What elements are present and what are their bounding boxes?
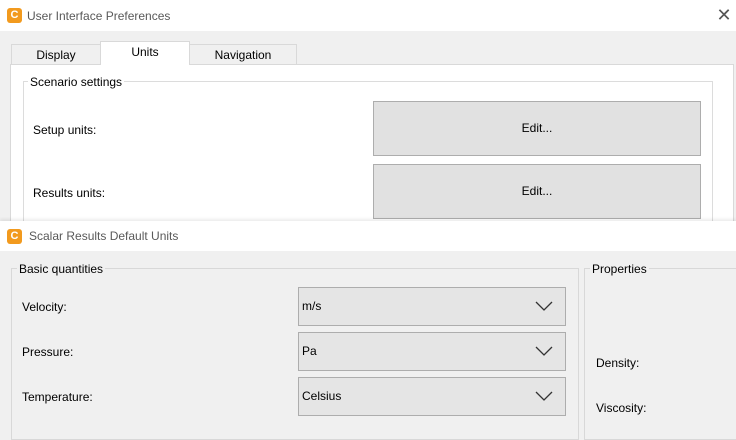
close-icon[interactable]: ✕ [716, 6, 732, 24]
group-legend: Properties [590, 262, 649, 276]
velocity-label: Velocity: [22, 300, 67, 314]
tab-display[interactable]: Display [11, 44, 101, 65]
results-units-label: Results units: [33, 186, 106, 200]
setup-units-label: Setup units: [33, 123, 97, 137]
temperature-unit-select[interactable]: Celsius [298, 377, 566, 416]
title-bar: C Scalar Results Default Units [0, 221, 736, 251]
tab-units[interactable]: Units [100, 41, 190, 65]
app-logo-icon: C [7, 229, 22, 244]
user-interface-preferences-window: C User Interface Preferences ✕ Display U… [0, 0, 736, 221]
selected-value: Pa [302, 344, 317, 358]
chevron-down-icon [535, 301, 553, 311]
results-units-edit-button[interactable]: Edit... [373, 164, 701, 219]
temperature-label: Temperature: [22, 390, 93, 404]
tab-navigation[interactable]: Navigation [189, 44, 297, 65]
app-logo-icon: C [7, 8, 22, 23]
pressure-unit-select[interactable]: Pa [298, 332, 566, 371]
scalar-results-default-units-window: C Scalar Results Default Units Basic qua… [0, 221, 736, 440]
chevron-down-icon [535, 391, 553, 401]
pressure-label: Pressure: [22, 345, 74, 359]
density-label: Density: [596, 356, 640, 370]
group-legend: Scenario settings [28, 75, 125, 89]
velocity-unit-select[interactable]: m/s [298, 287, 566, 326]
window-title: User Interface Preferences [27, 9, 171, 23]
window-title: Scalar Results Default Units [29, 229, 179, 243]
selected-value: m/s [302, 299, 322, 313]
chevron-down-icon [535, 346, 553, 356]
units-tab-panel: Scenario settings Setup units: Edit... R… [10, 64, 734, 221]
selected-value: Celsius [302, 389, 342, 403]
viscosity-label: Viscosity: [596, 401, 647, 415]
setup-units-edit-button[interactable]: Edit... [373, 101, 701, 156]
title-bar: C User Interface Preferences ✕ [0, 0, 736, 31]
group-legend: Basic quantities [17, 262, 106, 276]
